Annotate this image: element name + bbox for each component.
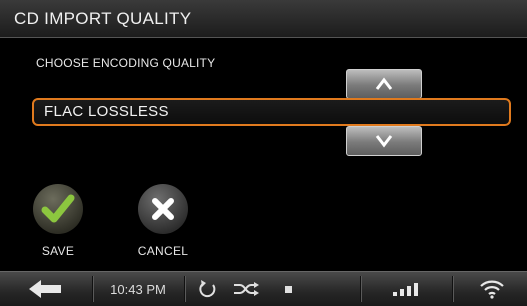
back-button[interactable] [6, 272, 84, 306]
signal-indicator [382, 272, 432, 306]
title-bar: CD IMPORT QUALITY [0, 0, 527, 38]
clock-time: 10:43 PM [110, 281, 166, 297]
divider [360, 276, 362, 302]
cancel-button[interactable]: CANCEL [128, 184, 198, 258]
wifi-icon [480, 280, 504, 299]
clock: 10:43 PM [96, 272, 180, 306]
cancel-circle[interactable] [138, 184, 188, 234]
cancel-label: CANCEL [137, 244, 189, 258]
quality-up-button[interactable] [346, 69, 422, 99]
repeat-button[interactable] [194, 272, 222, 306]
save-circle[interactable] [33, 184, 83, 234]
encoding-prompt-label: CHOOSE ENCODING QUALITY [36, 56, 216, 70]
quality-down-button[interactable] [346, 126, 422, 156]
chevron-up-icon [375, 77, 393, 90]
save-label: SAVE [41, 244, 75, 258]
divider [92, 276, 94, 302]
wifi-indicator [470, 272, 514, 306]
repeat-icon [199, 280, 216, 298]
encoding-quality-selector[interactable]: FLAC LOSSLESS [32, 98, 511, 126]
back-arrow-icon [29, 280, 61, 298]
stop-button[interactable] [278, 272, 298, 306]
stop-icon [284, 285, 292, 293]
divider [184, 276, 186, 302]
divider [452, 276, 454, 302]
save-button[interactable]: SAVE [23, 184, 93, 258]
shuffle-button[interactable] [230, 272, 262, 306]
status-bar: 10:43 PM [0, 271, 527, 306]
shuffle-icon [234, 282, 259, 296]
page-title: CD IMPORT QUALITY [14, 9, 192, 28]
checkmark-icon [41, 194, 75, 223]
signal-strength-icon [393, 283, 418, 296]
x-icon [152, 198, 174, 220]
chevron-down-icon [375, 135, 393, 148]
selected-quality-value: FLAC LOSSLESS [44, 103, 169, 120]
